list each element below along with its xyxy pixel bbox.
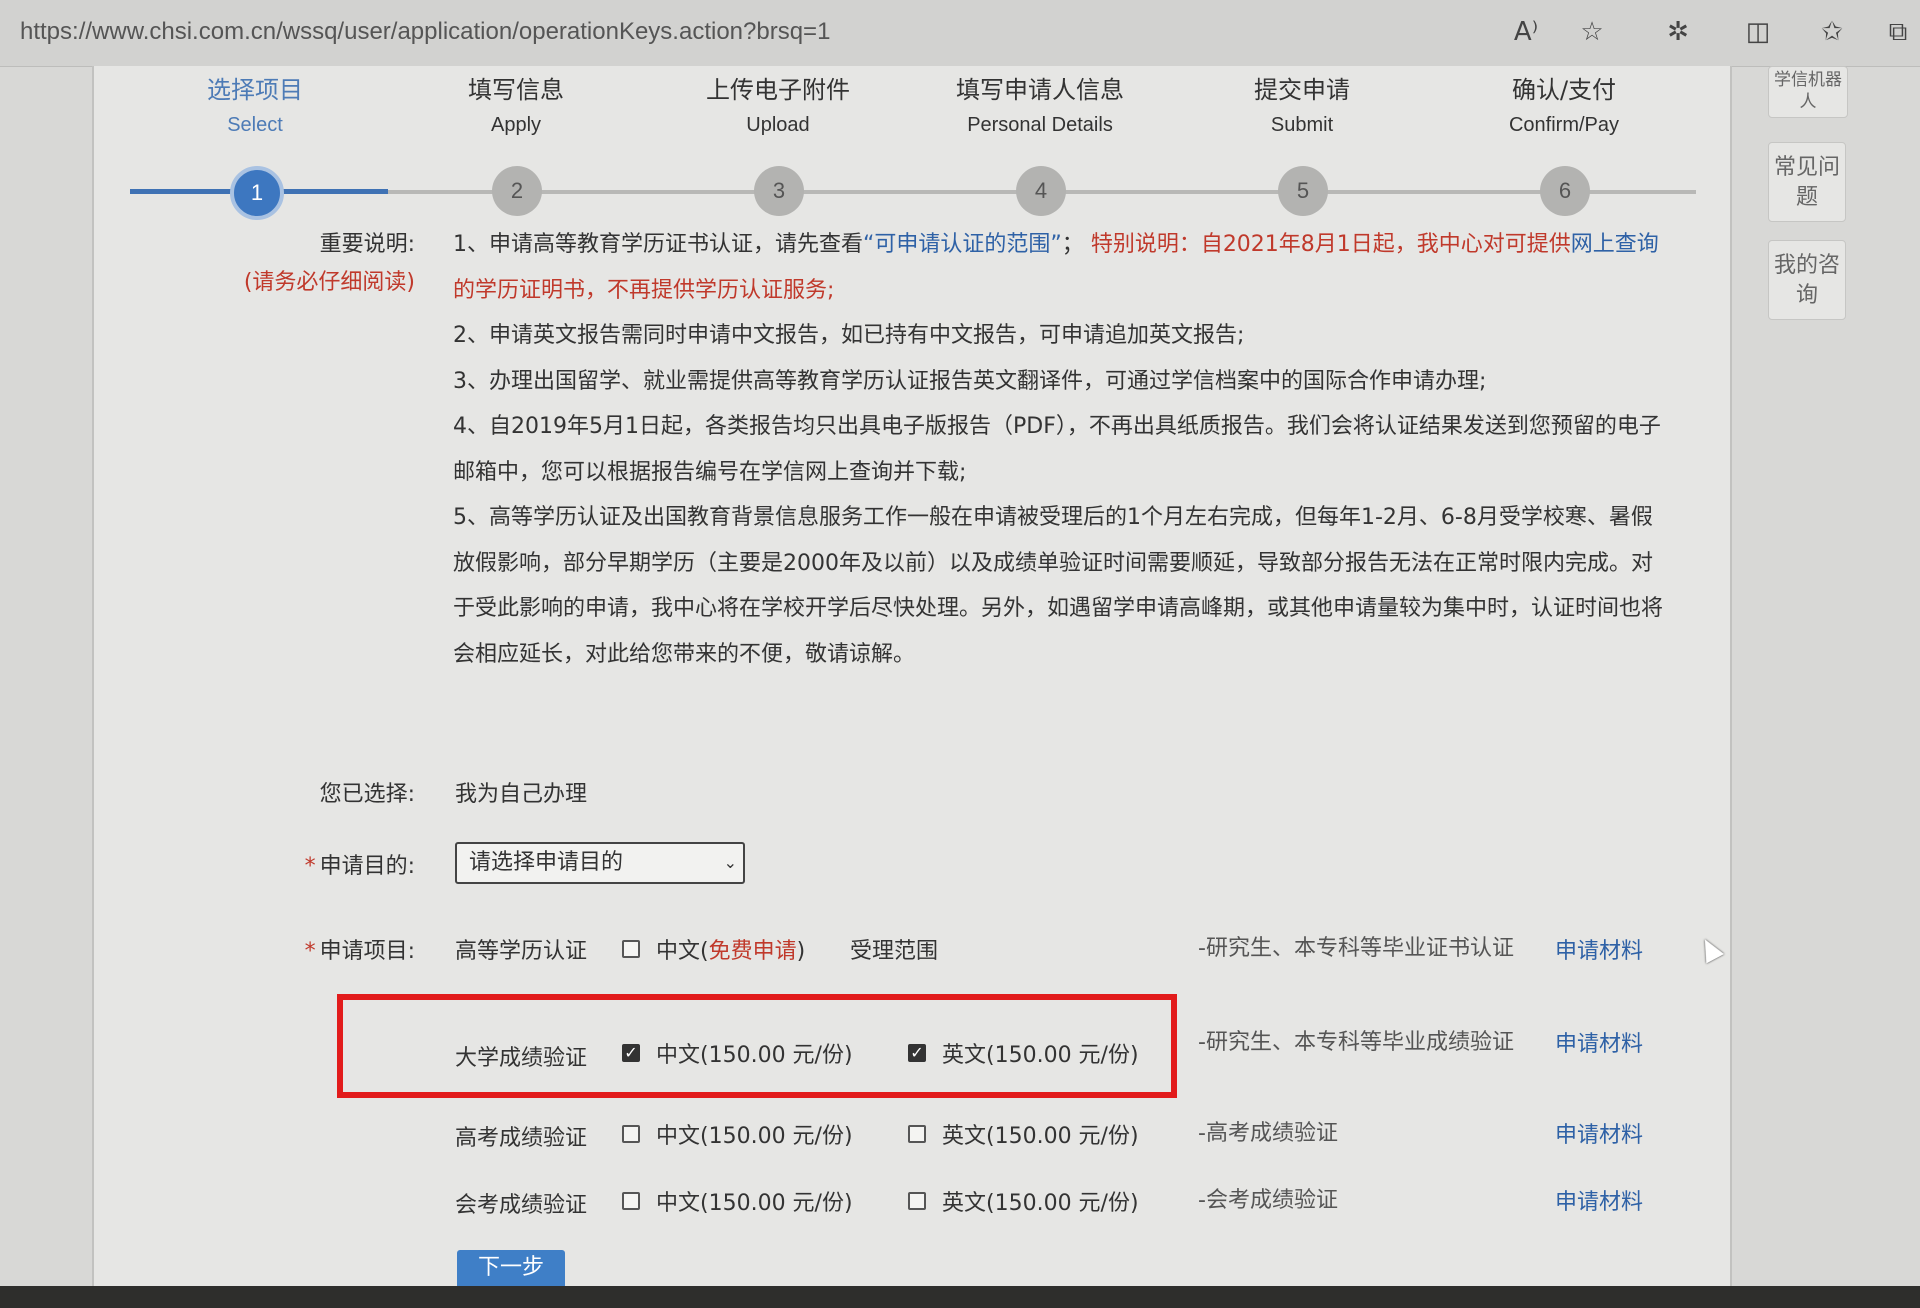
- item-3-english-checkbox[interactable]: [908, 1125, 926, 1143]
- scope-link[interactable]: 受理范围: [850, 933, 938, 965]
- note-4: 4、自2019年5月1日起，各类报告均只出具电子版报告（PDF），不再出具纸质报…: [453, 414, 1661, 485]
- online-query-link[interactable]: 网上查询: [1571, 232, 1659, 257]
- materials-link[interactable]: 申请材料: [1555, 1184, 1643, 1216]
- step-confirm-pay: 确认/支付 Confirm/Pay: [1508, 76, 1620, 136]
- purpose-select[interactable]: 请选择申请目的 ⌄: [455, 842, 745, 884]
- step-select: 选择项目 Select: [207, 76, 303, 136]
- important-notes: 1、申请高等教育学历证书认证，请先查看“可申请认证的范围”； 特别说明：自202…: [453, 222, 1673, 677]
- note-2: 2、申请英文报告需同时申请中文报告，如已持有中文报告，可申请追加英文报告;: [453, 323, 1245, 348]
- item-name: 大学成绩验证: [455, 1046, 588, 1071]
- step-circle-4: 4: [1016, 166, 1066, 216]
- step-personal-details: 填写申请人信息 Personal Details: [956, 76, 1124, 136]
- step-circle-1: 1: [230, 166, 284, 220]
- extensions-icon[interactable]: ✲: [1660, 14, 1696, 50]
- materials-link[interactable]: 申请材料: [1555, 933, 1643, 965]
- item-description: -研究生、本专科等毕业证书认证: [1198, 936, 1514, 961]
- split-screen-icon[interactable]: ◫: [1740, 14, 1776, 50]
- screen-bezel: [0, 1286, 1920, 1308]
- item-name: 高等学历认证: [455, 939, 588, 964]
- read-aloud-icon[interactable]: A⁾: [1508, 14, 1544, 50]
- note-1: 1、申请高等教育学历证书认证，请先查看“可申请认证的范围”； 特别说明：自202…: [453, 232, 1659, 303]
- item-4-chinese-option: 中文(150.00 元/份): [656, 1191, 853, 1216]
- note-3: 3、办理出国留学、就业需提供高等教育学历认证报告英文翻译件，可通过学信档案中的国…: [453, 368, 1487, 394]
- item-4-english-checkbox[interactable]: [908, 1192, 926, 1210]
- next-step-button[interactable]: 下一步: [457, 1250, 565, 1286]
- item-1-chinese-checkbox[interactable]: [622, 940, 640, 958]
- item-2-chinese-checkbox[interactable]: ✓: [622, 1044, 640, 1062]
- item-name: 会考成绩验证: [455, 1193, 588, 1218]
- item-2-english-option: 英文(150.00 元/份): [942, 1043, 1139, 1068]
- selected-label: 您已选择:: [319, 782, 415, 807]
- materials-link[interactable]: 申请材料: [1555, 1117, 1643, 1149]
- item-4-chinese-checkbox[interactable]: [622, 1192, 640, 1210]
- selected-value: 我为自己办理: [455, 782, 588, 807]
- notes-subheading: (请务必仔细阅读): [243, 270, 415, 295]
- robot-widget[interactable]: 学信机器人: [1768, 66, 1848, 118]
- item-3-chinese-checkbox[interactable]: [622, 1125, 640, 1143]
- notes-heading: 重要说明: (请务必仔细阅读): [190, 226, 415, 302]
- step-circle-3: 3: [754, 166, 804, 216]
- step-apply: 填写信息 Apply: [468, 76, 564, 136]
- note-5: 5、高等学历认证及出国教育背景信息服务工作一般在申请被受理后的1个月左右完成，但…: [453, 505, 1664, 667]
- materials-link[interactable]: 申请材料: [1555, 1026, 1643, 1058]
- step-upload: 上传电子附件 Upload: [706, 76, 850, 136]
- item-2-english-checkbox[interactable]: ✓: [908, 1044, 926, 1062]
- item-description: -会考成绩验证: [1198, 1188, 1338, 1213]
- purpose-label: * 申请目的:: [304, 854, 415, 879]
- item-name: 高考成绩验证: [455, 1126, 588, 1151]
- browser-address-bar: https://www.chsi.com.cn/wssq/user/applic…: [0, 0, 1920, 67]
- step-circle-2: 2: [492, 166, 542, 216]
- step-circle-5: 5: [1278, 166, 1328, 216]
- step-submit: 提交申请 Submit: [1254, 76, 1350, 136]
- favorites-list-icon[interactable]: ✩: [1814, 14, 1850, 50]
- item-1-chinese-option: 中文(免费申请): [656, 939, 806, 964]
- item-3-english-option: 英文(150.00 元/份): [942, 1124, 1139, 1149]
- apply-scope-link[interactable]: “可申请认证的范围”: [863, 232, 1062, 257]
- collections-icon[interactable]: ⧉: [1880, 14, 1916, 50]
- url-field[interactable]: https://www.chsi.com.cn/wssq/user/applic…: [20, 18, 830, 46]
- item-4-english-option: 英文(150.00 元/份): [942, 1191, 1139, 1216]
- step-circle-6: 6: [1540, 166, 1590, 216]
- chevron-down-icon: ⌄: [723, 853, 737, 872]
- items-label: * 申请项目:: [304, 939, 415, 964]
- item-2-chinese-option: 中文(150.00 元/份): [656, 1043, 853, 1068]
- item-description: -研究生、本专科等毕业成绩验证: [1198, 1030, 1514, 1055]
- faq-widget[interactable]: 常见问题: [1768, 142, 1846, 222]
- item-description: -高考成绩验证: [1198, 1121, 1338, 1146]
- favorite-star-icon[interactable]: ☆: [1574, 14, 1610, 50]
- consult-widget[interactable]: 我的咨询: [1768, 240, 1846, 320]
- item-3-chinese-option: 中文(150.00 元/份): [656, 1124, 853, 1149]
